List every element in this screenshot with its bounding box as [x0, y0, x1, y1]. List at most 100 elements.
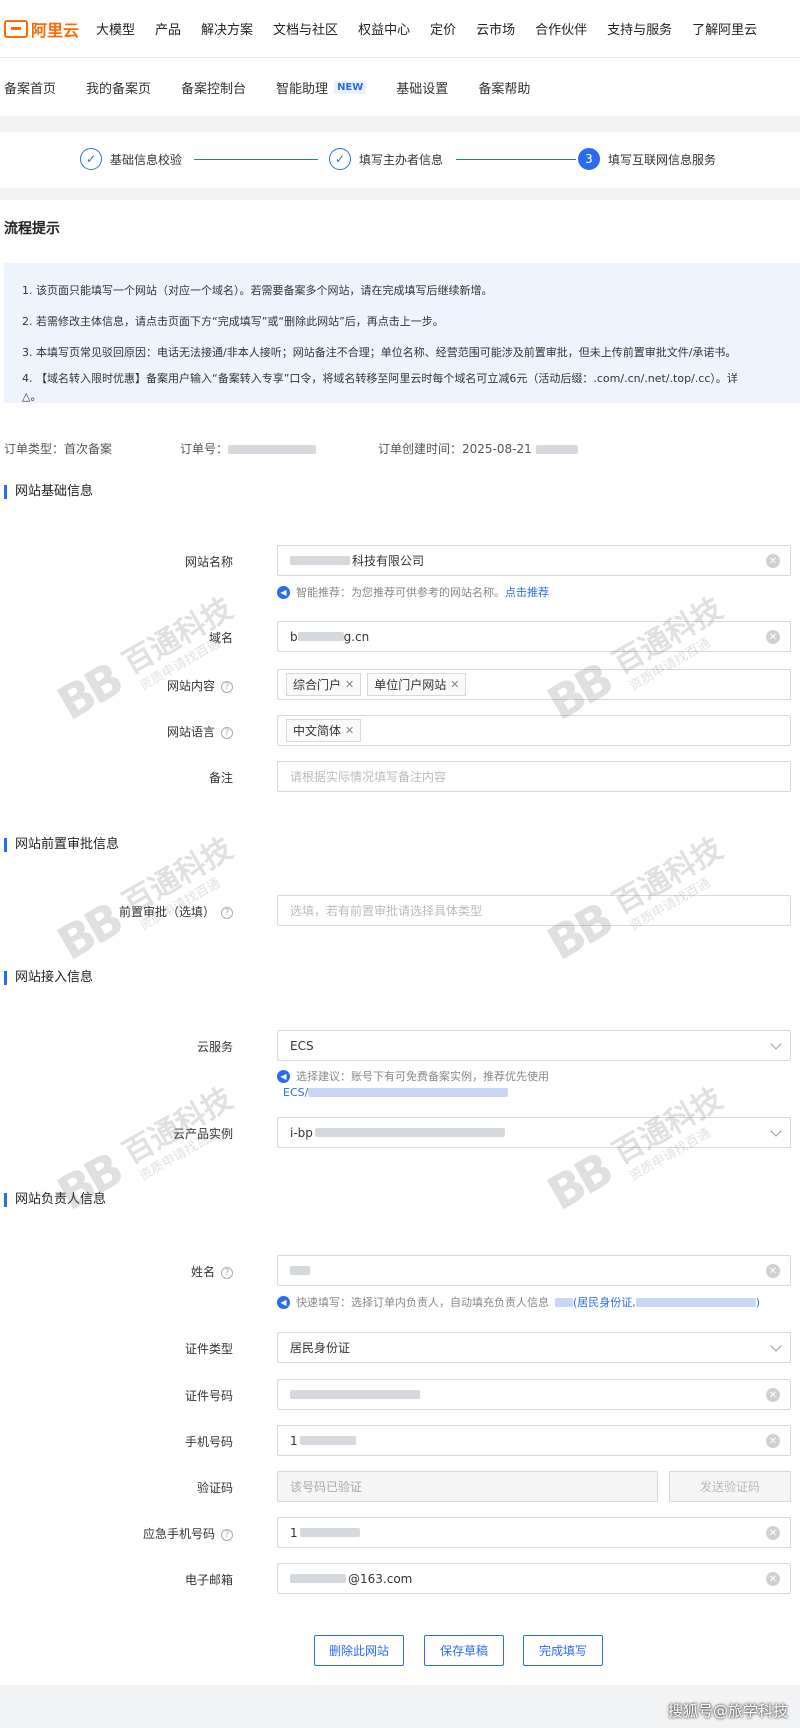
site-content-label-text: 网站内容	[166, 679, 215, 693]
order-type-label: 订单类型：	[4, 442, 65, 456]
redacted	[297, 632, 344, 641]
order-created-value: 2025-08-21	[462, 442, 532, 456]
instance-value: i-bp	[290, 1125, 313, 1140]
cloud-service-hint: ◀ 选择建议：账号下有可免费备案实例，推荐优先使用	[277, 1068, 549, 1084]
id-type-select[interactable]: 居民身份证	[277, 1332, 791, 1363]
nav-item-docs[interactable]: 文档与社区	[273, 19, 338, 38]
order-created: 订单创建时间：2025-08-21	[378, 440, 578, 457]
order-number-label: 订单号：	[180, 442, 229, 456]
owner-name-input[interactable]: ✕	[277, 1255, 791, 1286]
site-name-hint-text: 智能推荐：为您推荐可供参考的网站名称。	[296, 586, 505, 599]
recommend-link[interactable]: 点击推荐	[505, 584, 549, 600]
step-number: 3	[578, 148, 600, 170]
send-code-button[interactable]: 发送验证码	[669, 1471, 791, 1502]
subnav-console[interactable]: 备案控制台	[181, 78, 246, 97]
approval-select[interactable]: 选填，若有前置审批请选择具体类型	[277, 895, 791, 926]
tag-label: 单位门户网站	[374, 678, 447, 692]
quick-fill-text: 快速填写：选择订单内负责人，自动填充负责人信息	[296, 1296, 549, 1309]
chevron-down-icon	[770, 1125, 782, 1137]
info-icon: ◀	[277, 1069, 290, 1083]
nav-item-solutions[interactable]: 解决方案	[201, 19, 253, 38]
nav-item-support[interactable]: 支持与服务	[607, 19, 672, 38]
clear-icon[interactable]: ✕	[766, 630, 780, 644]
finish-button[interactable]: 完成填写	[523, 1635, 603, 1666]
domain-input[interactable]: b g.cn ✕	[277, 621, 791, 652]
help-icon[interactable]: ?	[221, 726, 233, 739]
help-icon[interactable]: ?	[221, 1266, 233, 1279]
clear-icon[interactable]: ✕	[766, 1572, 780, 1586]
site-name-input[interactable]: 科技有限公司 ✕	[277, 545, 791, 576]
phone-input[interactable]: 1 ✕	[277, 1425, 791, 1456]
quick-fill-link-end[interactable]: )	[756, 1296, 760, 1309]
order-type-value: 首次备案	[64, 442, 113, 456]
approval-label-text: 前置审批（选填）	[118, 905, 215, 919]
aliyun-logo[interactable]: 阿里云	[4, 17, 96, 41]
help-icon[interactable]: ?	[221, 680, 233, 693]
code-input[interactable]: 该号码已验证	[277, 1471, 658, 1502]
check-icon: ✓	[329, 148, 351, 170]
step-2: ✓ 填写主办者信息	[329, 148, 443, 170]
cloud-service-hint-text: 选择建议：账号下有可免费备案实例，推荐优先使用	[296, 1070, 549, 1083]
remove-tag-icon[interactable]: ✕	[345, 678, 354, 691]
subnav-settings[interactable]: 基础设置	[396, 78, 448, 97]
order-type: 订单类型：首次备案	[4, 440, 112, 457]
clear-icon[interactable]: ✕	[766, 554, 780, 568]
remove-tag-icon[interactable]: ✕	[345, 724, 354, 737]
nav-item-marketplace[interactable]: 云市场	[476, 19, 515, 38]
nav-item-benefits[interactable]: 权益中心	[358, 19, 410, 38]
phone-label: 手机号码	[184, 1435, 233, 1449]
cloud-service-hint-link[interactable]: ECS/	[283, 1086, 509, 1099]
quick-fill-link[interactable]: (居民身份证,	[573, 1294, 636, 1310]
id-number-input[interactable]: ✕	[277, 1379, 791, 1410]
info-icon: ◀	[277, 585, 290, 599]
nav-item-about[interactable]: 了解阿里云	[692, 19, 757, 38]
delete-site-button[interactable]: 删除此网站	[314, 1635, 404, 1666]
save-draft-button[interactable]: 保存草稿	[424, 1635, 504, 1666]
step-label: 填写主办者信息	[359, 152, 444, 167]
email-label: 电子邮箱	[184, 1573, 233, 1587]
site-language-label: 网站语言?	[167, 723, 233, 740]
nav-item-partners[interactable]: 合作伙伴	[535, 19, 587, 38]
subnav-assistant-label: 智能助理	[276, 81, 329, 97]
help-icon[interactable]: ?	[221, 906, 233, 919]
site-language-select[interactable]: 中文简体 ✕	[277, 715, 791, 746]
clear-icon[interactable]: ✕	[766, 1434, 780, 1448]
ecs-link[interactable]: ECS/	[283, 1086, 308, 1099]
subnav-home[interactable]: 备案首页	[4, 78, 56, 97]
language-tag: 中文简体 ✕	[286, 719, 362, 742]
redacted	[555, 1297, 573, 1307]
step-connector	[194, 159, 318, 160]
subnav-assistant[interactable]: 智能助理 NEW	[276, 78, 367, 97]
domain-label: 域名	[208, 631, 233, 645]
remove-tag-icon[interactable]: ✕	[450, 678, 459, 691]
site-content-label: 网站内容?	[167, 677, 233, 694]
tag-label: 综合门户	[293, 678, 342, 692]
clear-icon[interactable]: ✕	[766, 1264, 780, 1278]
cloud-service-select[interactable]: ECS	[277, 1030, 791, 1061]
content-tag: 综合门户 ✕	[286, 673, 362, 696]
aliyun-logo-icon	[4, 19, 28, 38]
process-tips: 1. 该页面只能填写一个网站（对应一个域名）。若需要备案多个网站，请在完成填写后…	[4, 263, 800, 403]
subnav-help[interactable]: 备案帮助	[478, 78, 530, 97]
email-value: @163.com	[348, 1571, 413, 1586]
top-nav: 阿里云 大模型 产品 解决方案 文档与社区 权益中心 定价 云市场 合作伙伴 支…	[0, 0, 800, 58]
emergency-phone-input[interactable]: 1 ✕	[277, 1517, 791, 1548]
site-content-select[interactable]: 综合门户 ✕ 单位门户网站 ✕	[277, 669, 791, 700]
instance-select[interactable]: i-bp	[277, 1117, 791, 1148]
nav-item-pricing[interactable]: 定价	[430, 19, 456, 38]
section-access-title: 网站接入信息	[4, 971, 93, 985]
step-label: 基础信息校验	[110, 152, 183, 167]
remark-input[interactable]: 请根据实际情况填写备注内容	[277, 761, 791, 792]
phone-value: 1	[290, 1433, 298, 1448]
nav-item-llm[interactable]: 大模型	[96, 19, 135, 38]
redacted	[308, 1088, 509, 1097]
subnav-my-filing[interactable]: 我的备案页	[86, 78, 151, 97]
logo-text: 阿里云	[31, 20, 80, 40]
emergency-phone-value: 1	[290, 1525, 298, 1540]
tip-item: 1. 该页面只能填写一个网站（对应一个域名）。若需要备案多个网站，请在完成填写后…	[22, 284, 493, 297]
help-icon[interactable]: ?	[221, 1528, 233, 1541]
clear-icon[interactable]: ✕	[766, 1526, 780, 1540]
nav-item-products[interactable]: 产品	[155, 19, 181, 38]
clear-icon[interactable]: ✕	[766, 1388, 780, 1402]
email-input[interactable]: @163.com ✕	[277, 1563, 791, 1594]
